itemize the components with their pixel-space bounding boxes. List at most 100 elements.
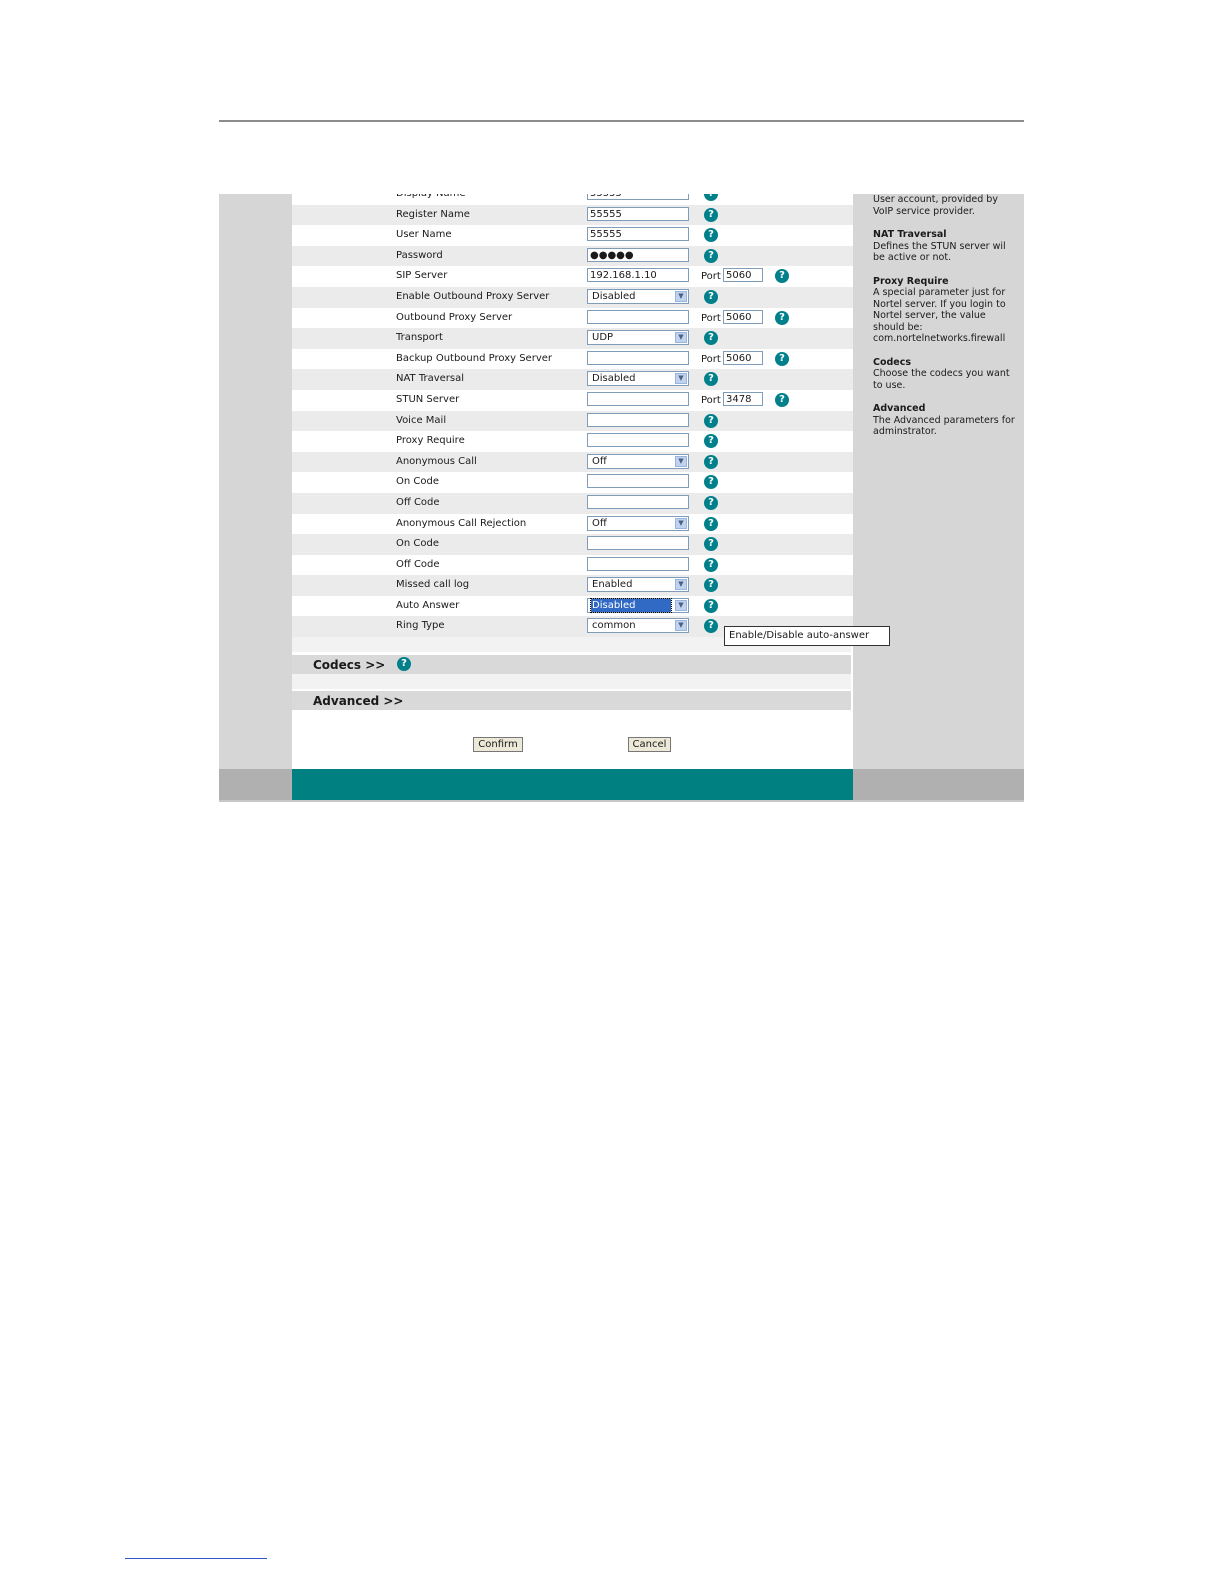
chevron-down-icon[interactable]: ▼: [675, 290, 687, 302]
port-label: Port: [701, 312, 721, 324]
section-spacer: [292, 674, 851, 689]
form-row: Missed call log Enabled ▼?: [292, 575, 853, 596]
text-input[interactable]: [587, 309, 689, 324]
field-label: Voice Mail: [396, 414, 447, 426]
chevron-down-icon[interactable]: ▼: [675, 599, 687, 611]
dropdown-select[interactable]: Off ▼: [587, 453, 689, 469]
page-header-rule: [219, 120, 1024, 122]
field-label: Missed call log: [396, 579, 470, 591]
select-value: UDP: [592, 332, 614, 344]
port-label: Port: [701, 353, 721, 365]
chevron-down-icon[interactable]: ▼: [675, 455, 687, 467]
help-icon[interactable]: ?: [704, 495, 718, 510]
dropdown-select[interactable]: Disabled ▼: [587, 371, 689, 387]
advanced-section-header[interactable]: Advanced >>: [292, 691, 851, 710]
text-input[interactable]: [587, 391, 689, 406]
help-description: Choose the codecs you want to use.: [873, 368, 1010, 391]
codecs-section-header[interactable]: Codecs >> ?: [292, 655, 851, 674]
field-label: Backup Outbound Proxy Server: [396, 352, 552, 364]
help-icon[interactable]: ?: [397, 657, 411, 671]
select-value: Off: [592, 455, 607, 467]
help-description: A special parameter just for Nortel serv…: [873, 287, 1006, 344]
help-icon[interactable]: ?: [775, 392, 789, 407]
text-input[interactable]: [587, 350, 689, 365]
port-input[interactable]: 5060: [723, 350, 763, 365]
help-icon[interactable]: ?: [704, 289, 718, 304]
help-icon[interactable]: ?: [704, 537, 718, 552]
text-input[interactable]: [587, 474, 689, 489]
help-heading: NAT Traversal: [873, 229, 947, 240]
footnote-rule: [125, 1558, 267, 1559]
field-label: Transport: [396, 332, 443, 344]
help-icon[interactable]: ?: [704, 248, 718, 263]
text-input[interactable]: [587, 494, 689, 509]
text-input[interactable]: 55555: [587, 227, 689, 242]
form-row: Password ●●●●●?: [292, 245, 853, 267]
cancel-button[interactable]: Cancel: [628, 737, 671, 752]
help-heading: Proxy Require: [873, 275, 949, 287]
port-input[interactable]: 5060: [723, 268, 763, 283]
dropdown-select[interactable]: UDP ▼: [587, 330, 689, 346]
help-icon[interactable]: ?: [704, 516, 718, 531]
text-input[interactable]: 192.168.1.10: [587, 268, 689, 283]
help-icon[interactable]: ?: [775, 310, 789, 325]
codecs-section-title[interactable]: Codecs >>: [313, 658, 385, 672]
dropdown-select[interactable]: Off ▼: [587, 515, 689, 531]
help-description: The Advanced parameters for adminstrator…: [873, 414, 1015, 438]
field-label: STUN Server: [396, 393, 460, 405]
dropdown-select[interactable]: common ▼: [587, 618, 689, 634]
form-row: NAT Traversal Disabled ▼?: [292, 369, 853, 390]
select-value: Disabled: [590, 597, 672, 613]
text-input[interactable]: 55555: [587, 194, 689, 200]
field-label: Outbound Proxy Server: [396, 311, 513, 323]
port-input[interactable]: 3478: [723, 391, 763, 406]
advanced-section-title[interactable]: Advanced >>: [313, 694, 403, 708]
help-icon[interactable]: ?: [704, 207, 718, 222]
help-icon[interactable]: ?: [704, 619, 718, 634]
select-value: common: [592, 620, 636, 632]
help-icon[interactable]: ?: [704, 413, 718, 428]
text-input[interactable]: [587, 412, 689, 427]
help-icon[interactable]: ?: [704, 578, 718, 593]
field-label: SIP Server: [396, 270, 448, 282]
help-icon[interactable]: ?: [704, 228, 718, 243]
chevron-down-icon[interactable]: ▼: [675, 373, 687, 385]
confirm-button[interactable]: Confirm: [473, 737, 523, 752]
text-input[interactable]: [587, 556, 689, 571]
text-input[interactable]: 55555: [587, 206, 689, 221]
form-row: Auto Answer Disabled ▼?: [292, 596, 853, 617]
help-icon[interactable]: ?: [775, 269, 789, 284]
text-input[interactable]: [587, 433, 689, 448]
form-row: Display Name 55555?: [292, 194, 853, 205]
chevron-down-icon[interactable]: ▼: [675, 579, 687, 591]
help-icon[interactable]: ?: [704, 331, 718, 346]
dropdown-select[interactable]: Enabled ▼: [587, 577, 689, 593]
help-icon[interactable]: ?: [704, 598, 718, 613]
help-text-panel: User account, provided by VoIP service p…: [873, 194, 1018, 438]
help-icon[interactable]: ?: [704, 434, 718, 449]
help-icon[interactable]: ?: [704, 454, 718, 469]
text-input[interactable]: [587, 536, 689, 551]
field-label: Anonymous Call: [396, 455, 477, 467]
dropdown-select[interactable]: Disabled ▼: [587, 597, 689, 613]
help-icon[interactable]: ?: [775, 351, 789, 366]
chevron-down-icon[interactable]: ▼: [675, 332, 687, 344]
footer-bar-left: [219, 769, 292, 800]
select-value: Enabled: [592, 579, 633, 591]
help-intro-text: User account, provided by VoIP service p…: [873, 194, 998, 217]
chevron-down-icon[interactable]: ▼: [675, 517, 687, 529]
field-label: User Name: [396, 229, 452, 241]
select-value: Disabled: [592, 290, 636, 302]
chevron-down-icon[interactable]: ▼: [675, 620, 687, 632]
footer-bar: [292, 769, 853, 800]
help-icon[interactable]: ?: [704, 557, 718, 572]
field-label: Auto Answer: [396, 599, 460, 611]
port-input[interactable]: 5060: [723, 309, 763, 324]
dropdown-select[interactable]: Disabled ▼: [587, 288, 689, 304]
help-icon[interactable]: ?: [704, 372, 718, 387]
field-label: Enable Outbound Proxy Server: [396, 290, 550, 302]
form-row: STUN Server Port 3478?: [292, 390, 853, 411]
text-input[interactable]: ●●●●●: [587, 247, 689, 262]
help-icon[interactable]: ?: [704, 475, 718, 490]
help-icon[interactable]: ?: [704, 194, 718, 201]
